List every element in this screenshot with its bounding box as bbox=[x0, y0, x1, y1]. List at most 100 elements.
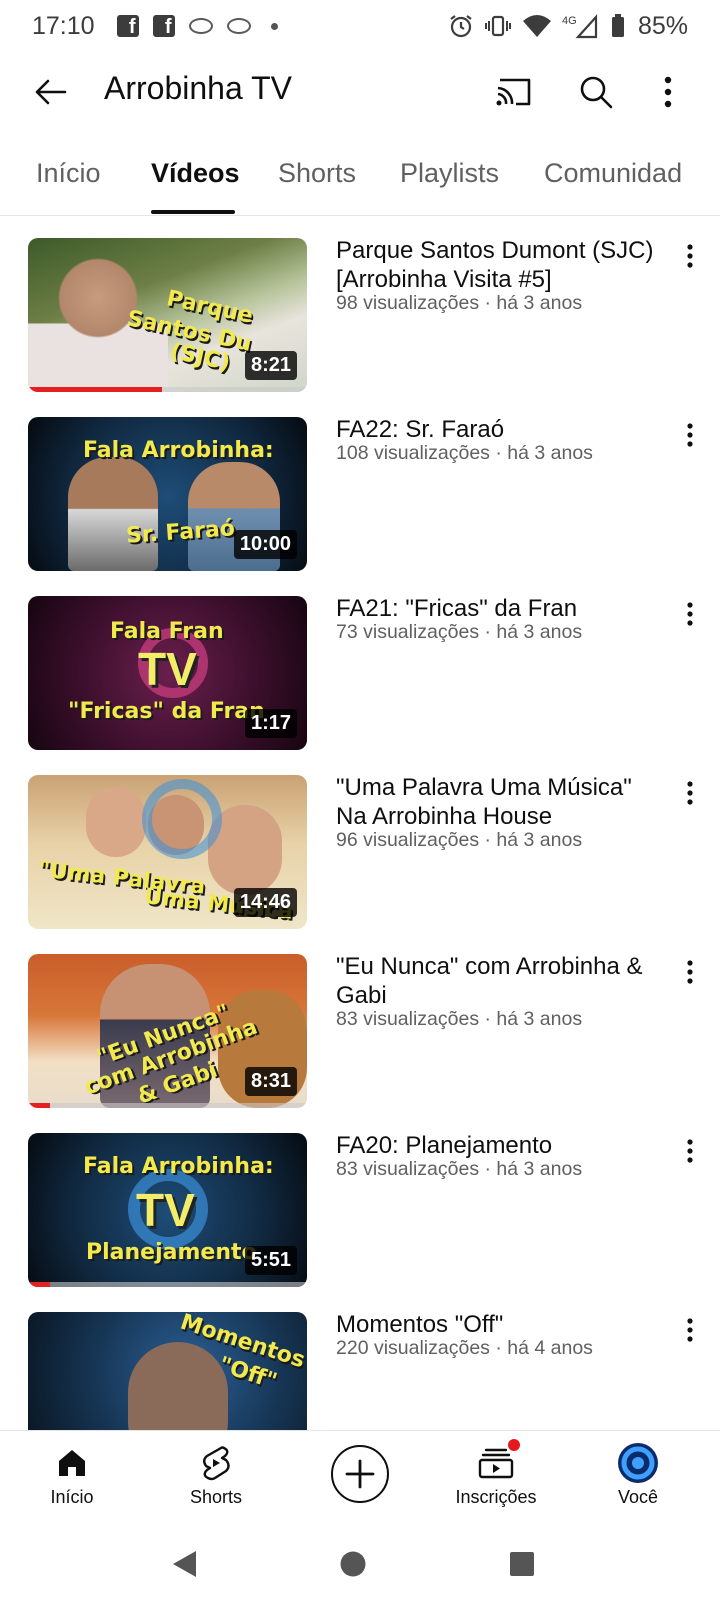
system-back-button[interactable] bbox=[164, 1544, 204, 1584]
video-item[interactable]: Parque Santos Du (SJC) 8:21 Parque Santo… bbox=[0, 216, 720, 392]
nav-label: Início bbox=[50, 1487, 94, 1507]
thumbnail-caption: "Fricas" da Fran bbox=[68, 699, 265, 724]
video-duration: 10:00 bbox=[233, 530, 297, 559]
triangle-back-icon bbox=[173, 1551, 196, 1577]
watch-progress-track bbox=[28, 387, 307, 392]
video-thumbnail[interactable]: Momentos "Off" bbox=[28, 1312, 307, 1430]
app-notification-icon bbox=[226, 18, 251, 34]
nav-inscricoes[interactable]: Inscrições bbox=[436, 1431, 556, 1527]
video-more-button[interactable] bbox=[672, 775, 708, 811]
thumbnail-caption: TV bbox=[138, 643, 197, 695]
more-vert-icon bbox=[687, 960, 693, 984]
notification-dot bbox=[508, 1439, 520, 1451]
video-thumbnail[interactable]: "Uma Palavra Uma Música 14:46 bbox=[28, 775, 307, 929]
more-notifications-dot-icon bbox=[270, 22, 278, 30]
active-tab-indicator bbox=[151, 210, 235, 214]
video-title[interactable]: "Eu Nunca" com Arrobinha & Gabi bbox=[336, 952, 666, 1010]
watch-progress-track bbox=[28, 1282, 307, 1287]
network-type-label: 4G bbox=[562, 15, 577, 27]
video-meta: 73 visualizações · há 3 anos bbox=[336, 621, 583, 643]
video-meta: 220 visualizações · há 4 anos bbox=[336, 1337, 593, 1359]
video-more-button[interactable] bbox=[672, 238, 708, 274]
video-item[interactable]: Momentos "Off" Momentos "Off" 220 visual… bbox=[0, 1290, 720, 1430]
video-meta: 96 visualizações · há 3 anos bbox=[336, 829, 583, 851]
video-item[interactable]: Fala Fran TV "Fricas" da Fran 1:17 FA21:… bbox=[0, 574, 720, 750]
vibrate-icon bbox=[484, 15, 511, 37]
avatar-icon bbox=[617, 1443, 659, 1483]
video-thumbnail[interactable]: Fala Arrobinha: TV Planejamento 5:51 bbox=[28, 1133, 307, 1287]
nav-inicio[interactable]: Início bbox=[12, 1431, 132, 1527]
video-meta: 83 visualizações · há 3 anos bbox=[336, 1008, 583, 1030]
cell-signal-icon: 4G bbox=[562, 14, 598, 39]
tab-inicio[interactable]: Início bbox=[36, 158, 101, 189]
notification-icons: f f bbox=[116, 15, 278, 37]
more-options-button[interactable] bbox=[646, 70, 690, 114]
battery-icon bbox=[611, 14, 624, 37]
video-item[interactable]: Fala Arrobinha: TV Planejamento 5:51 FA2… bbox=[0, 1111, 720, 1287]
system-home-button[interactable] bbox=[333, 1544, 373, 1584]
video-title[interactable]: Parque Santos Dumont (SJC) [Arrobinha Vi… bbox=[336, 236, 666, 294]
video-thumbnail[interactable]: Parque Santos Du (SJC) 8:21 bbox=[28, 238, 307, 392]
thumbnail-caption: Fala Fran bbox=[110, 619, 224, 644]
alarm-icon bbox=[450, 15, 472, 38]
app-header: Arrobinha TV bbox=[0, 52, 720, 132]
thumbnail-caption: TV bbox=[136, 1184, 195, 1236]
video-title[interactable]: Momentos "Off" bbox=[336, 1310, 666, 1339]
video-more-button[interactable] bbox=[672, 596, 708, 632]
tab-videos[interactable]: Vídeos bbox=[151, 158, 240, 189]
facebook-notification-icon: f bbox=[116, 15, 139, 37]
square-recents-icon bbox=[510, 1552, 534, 1576]
status-right: 4G 85% bbox=[448, 12, 688, 41]
more-vert-icon bbox=[687, 781, 693, 805]
nav-voce[interactable]: Você bbox=[578, 1431, 698, 1527]
video-duration: 5:51 bbox=[244, 1246, 297, 1275]
thumbnail-caption: Planejamento bbox=[86, 1240, 257, 1265]
video-duration: 14:46 bbox=[233, 888, 297, 917]
video-item[interactable]: "Eu Nunca" com Arrobinha & Gabi 8:31 "Eu… bbox=[0, 932, 720, 1108]
watch-progress-fill bbox=[28, 1282, 51, 1287]
more-vert-icon bbox=[664, 76, 672, 108]
thumbnail-caption: Fala Arrobinha: bbox=[83, 1154, 274, 1179]
subscriptions-icon bbox=[478, 1439, 520, 1483]
bottom-navigation: Início Shorts Inscrições Você bbox=[0, 1430, 720, 1526]
video-thumbnail[interactable]: Fala Arrobinha: Sr. Faraó 10:00 bbox=[28, 417, 307, 571]
home-icon bbox=[56, 1443, 88, 1483]
back-button[interactable] bbox=[28, 72, 72, 112]
video-title[interactable]: FA22: Sr. Faraó bbox=[336, 415, 666, 444]
tab-playlists[interactable]: Playlists bbox=[400, 158, 499, 189]
video-title[interactable]: FA21: "Fricas" da Fran bbox=[336, 594, 666, 623]
cast-button[interactable] bbox=[492, 70, 536, 114]
nav-shorts[interactable]: Shorts bbox=[156, 1431, 276, 1527]
video-title[interactable]: FA20: Planejamento bbox=[336, 1131, 666, 1160]
video-item[interactable]: "Uma Palavra Uma Música 14:46 "Uma Palav… bbox=[0, 753, 720, 929]
video-title[interactable]: "Uma Palavra Uma Música" Na Arrobinha Ho… bbox=[336, 773, 666, 831]
more-vert-icon bbox=[687, 244, 693, 268]
video-thumbnail[interactable]: "Eu Nunca" com Arrobinha & Gabi 8:31 bbox=[28, 954, 307, 1108]
video-duration: 8:21 bbox=[244, 351, 297, 380]
video-list: Parque Santos Du (SJC) 8:21 Parque Santo… bbox=[0, 216, 720, 1430]
video-item[interactable]: Fala Arrobinha: Sr. Faraó 10:00 FA22: Sr… bbox=[0, 395, 720, 571]
battery-percent: 85% bbox=[637, 11, 688, 40]
video-more-button[interactable] bbox=[672, 1133, 708, 1169]
cast-icon bbox=[496, 78, 531, 106]
more-vert-icon bbox=[687, 1318, 693, 1342]
video-duration: 8:31 bbox=[244, 1067, 297, 1096]
nav-label: Você bbox=[617, 1487, 659, 1507]
video-more-button[interactable] bbox=[672, 417, 708, 453]
system-recents-button[interactable] bbox=[502, 1544, 542, 1584]
status-time: 17:10 bbox=[32, 11, 95, 40]
create-button[interactable] bbox=[331, 1445, 389, 1503]
tab-comunidade[interactable]: Comunidad bbox=[544, 158, 682, 189]
search-button[interactable] bbox=[574, 70, 618, 114]
more-vert-icon bbox=[687, 1139, 693, 1163]
video-more-button[interactable] bbox=[672, 954, 708, 990]
watch-progress-track bbox=[28, 1103, 307, 1108]
more-vert-icon bbox=[687, 423, 693, 447]
more-vert-icon bbox=[687, 602, 693, 626]
tab-shorts[interactable]: Shorts bbox=[278, 158, 356, 189]
video-thumbnail[interactable]: Fala Fran TV "Fricas" da Fran 1:17 bbox=[28, 596, 307, 750]
video-more-button[interactable] bbox=[672, 1312, 708, 1348]
system-navigation-bar bbox=[0, 1526, 720, 1600]
shorts-icon bbox=[201, 1443, 231, 1483]
video-duration: 1:17 bbox=[244, 709, 297, 738]
